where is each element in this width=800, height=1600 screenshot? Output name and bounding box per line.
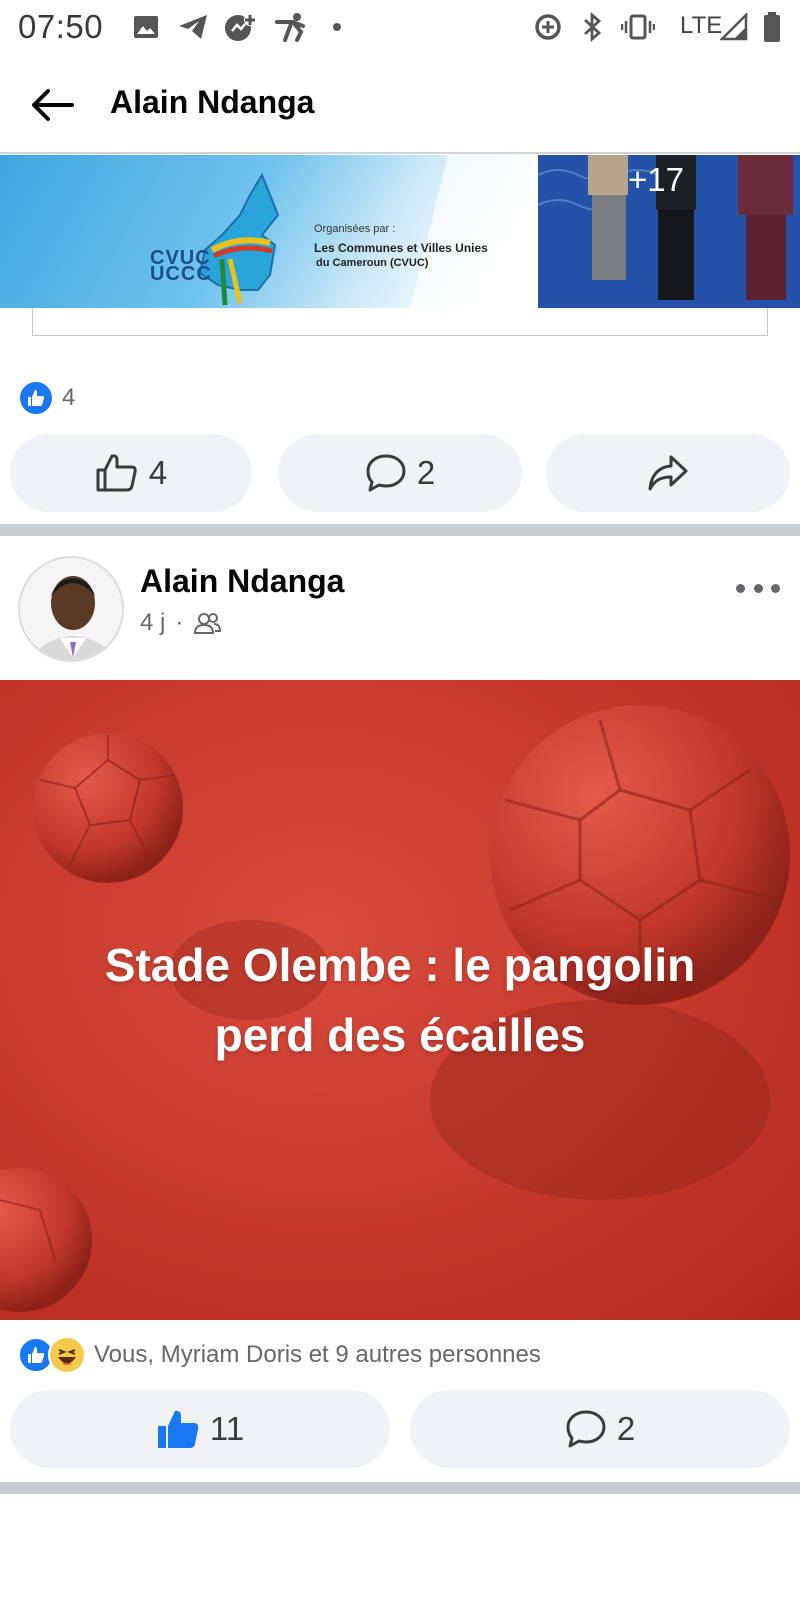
- dot-icon: [330, 12, 344, 42]
- telegram-icon: [176, 12, 210, 42]
- network-label: LTE: [680, 12, 723, 39]
- reaction-count: 4: [62, 384, 76, 411]
- banner-logo-text: CVUC UCCC: [150, 248, 212, 285]
- author-avatar[interactable]: [18, 556, 124, 662]
- like-count: 4: [148, 454, 168, 491]
- banner-organised-by: Organisées par :: [314, 223, 396, 235]
- logo-text-bottom: UCCC: [150, 263, 212, 285]
- avatar-photo: [20, 558, 122, 660]
- reactions-text: Vous, Myriam Doris et 9 autres personnes: [94, 1341, 541, 1368]
- runner-icon: [272, 12, 308, 42]
- comment-icon: [566, 1410, 606, 1448]
- comment-count: 2: [616, 1410, 636, 1447]
- post2-like-button[interactable]: 11: [10, 1390, 390, 1468]
- signal-icon: [720, 12, 748, 42]
- status-time: 07:50: [18, 8, 104, 45]
- comment-count: 2: [416, 454, 436, 491]
- arrow-left-icon: [32, 89, 74, 121]
- post2-image-caption: Stade Olembe : le pangolin perd des écai…: [40, 930, 760, 1070]
- post2-meta: 4 j ·: [140, 608, 222, 638]
- post2-image[interactable]: Stade Olembe : le pangolin perd des écai…: [0, 680, 800, 1320]
- thumbs-up-filled-icon: [157, 1410, 199, 1448]
- back-button[interactable]: [24, 80, 80, 130]
- battery-icon: [762, 12, 782, 42]
- caption-line1: Stade Olembe : le pangolin: [104, 939, 696, 991]
- meta-separator: ·: [175, 609, 184, 636]
- post1-comment-button[interactable]: 2: [278, 434, 522, 512]
- status-bar: 07:50 LTE: [0, 0, 800, 54]
- more-dot-icon: [771, 583, 780, 593]
- banner-org-line1: Les Communes et Villes Unies: [314, 241, 488, 255]
- post1-banner-image[interactable]: CVUC UCCC Organisées par : Les Communes …: [0, 155, 538, 308]
- comment-icon: [366, 454, 406, 492]
- cameroon-map-logo: [198, 155, 538, 308]
- post2-author-name[interactable]: Alain Ndanga: [140, 563, 344, 600]
- haha-reaction-icon: [48, 1336, 86, 1374]
- post1-share-button[interactable]: [546, 434, 790, 512]
- image-icon: [132, 12, 160, 42]
- like-count: 11: [209, 1410, 245, 1447]
- banner-org-line2: du Cameroun (CVUC): [316, 257, 429, 269]
- post-divider: [0, 524, 800, 536]
- vibrate-icon: [620, 12, 656, 42]
- post2-more-options-button[interactable]: [736, 578, 780, 598]
- caption-line2: perd des écailles: [214, 1009, 586, 1061]
- post2-comment-button[interactable]: 2: [410, 1390, 790, 1468]
- post1-reactions-summary[interactable]: 4: [18, 378, 75, 418]
- post2-reactions-summary[interactable]: Vous, Myriam Doris et 9 autres personnes: [18, 1335, 541, 1375]
- share-icon: [648, 455, 688, 491]
- more-dot-icon: [736, 583, 745, 593]
- link-preview-box[interactable]: [32, 308, 768, 336]
- like-reaction-icon: [18, 380, 54, 416]
- data-saver-icon: [532, 12, 564, 42]
- page-title: Alain Ndanga: [110, 84, 315, 120]
- bluetooth-icon: [580, 12, 606, 42]
- more-dot-icon: [753, 583, 763, 593]
- post2-time[interactable]: 4 j: [140, 609, 165, 637]
- post1-media[interactable]: CVUC UCCC Organisées par : Les Communes …: [0, 155, 800, 308]
- post1-photo-thumbnail[interactable]: +17: [538, 155, 800, 308]
- post-divider: [0, 1482, 800, 1494]
- more-photos-count: +17: [628, 161, 684, 198]
- app-header: Alain Ndanga: [0, 54, 800, 154]
- messenger-icon: [222, 12, 258, 42]
- thumbs-up-outline-icon: [96, 454, 137, 492]
- friends-icon: [194, 613, 222, 634]
- post1-like-button[interactable]: 4: [10, 434, 252, 512]
